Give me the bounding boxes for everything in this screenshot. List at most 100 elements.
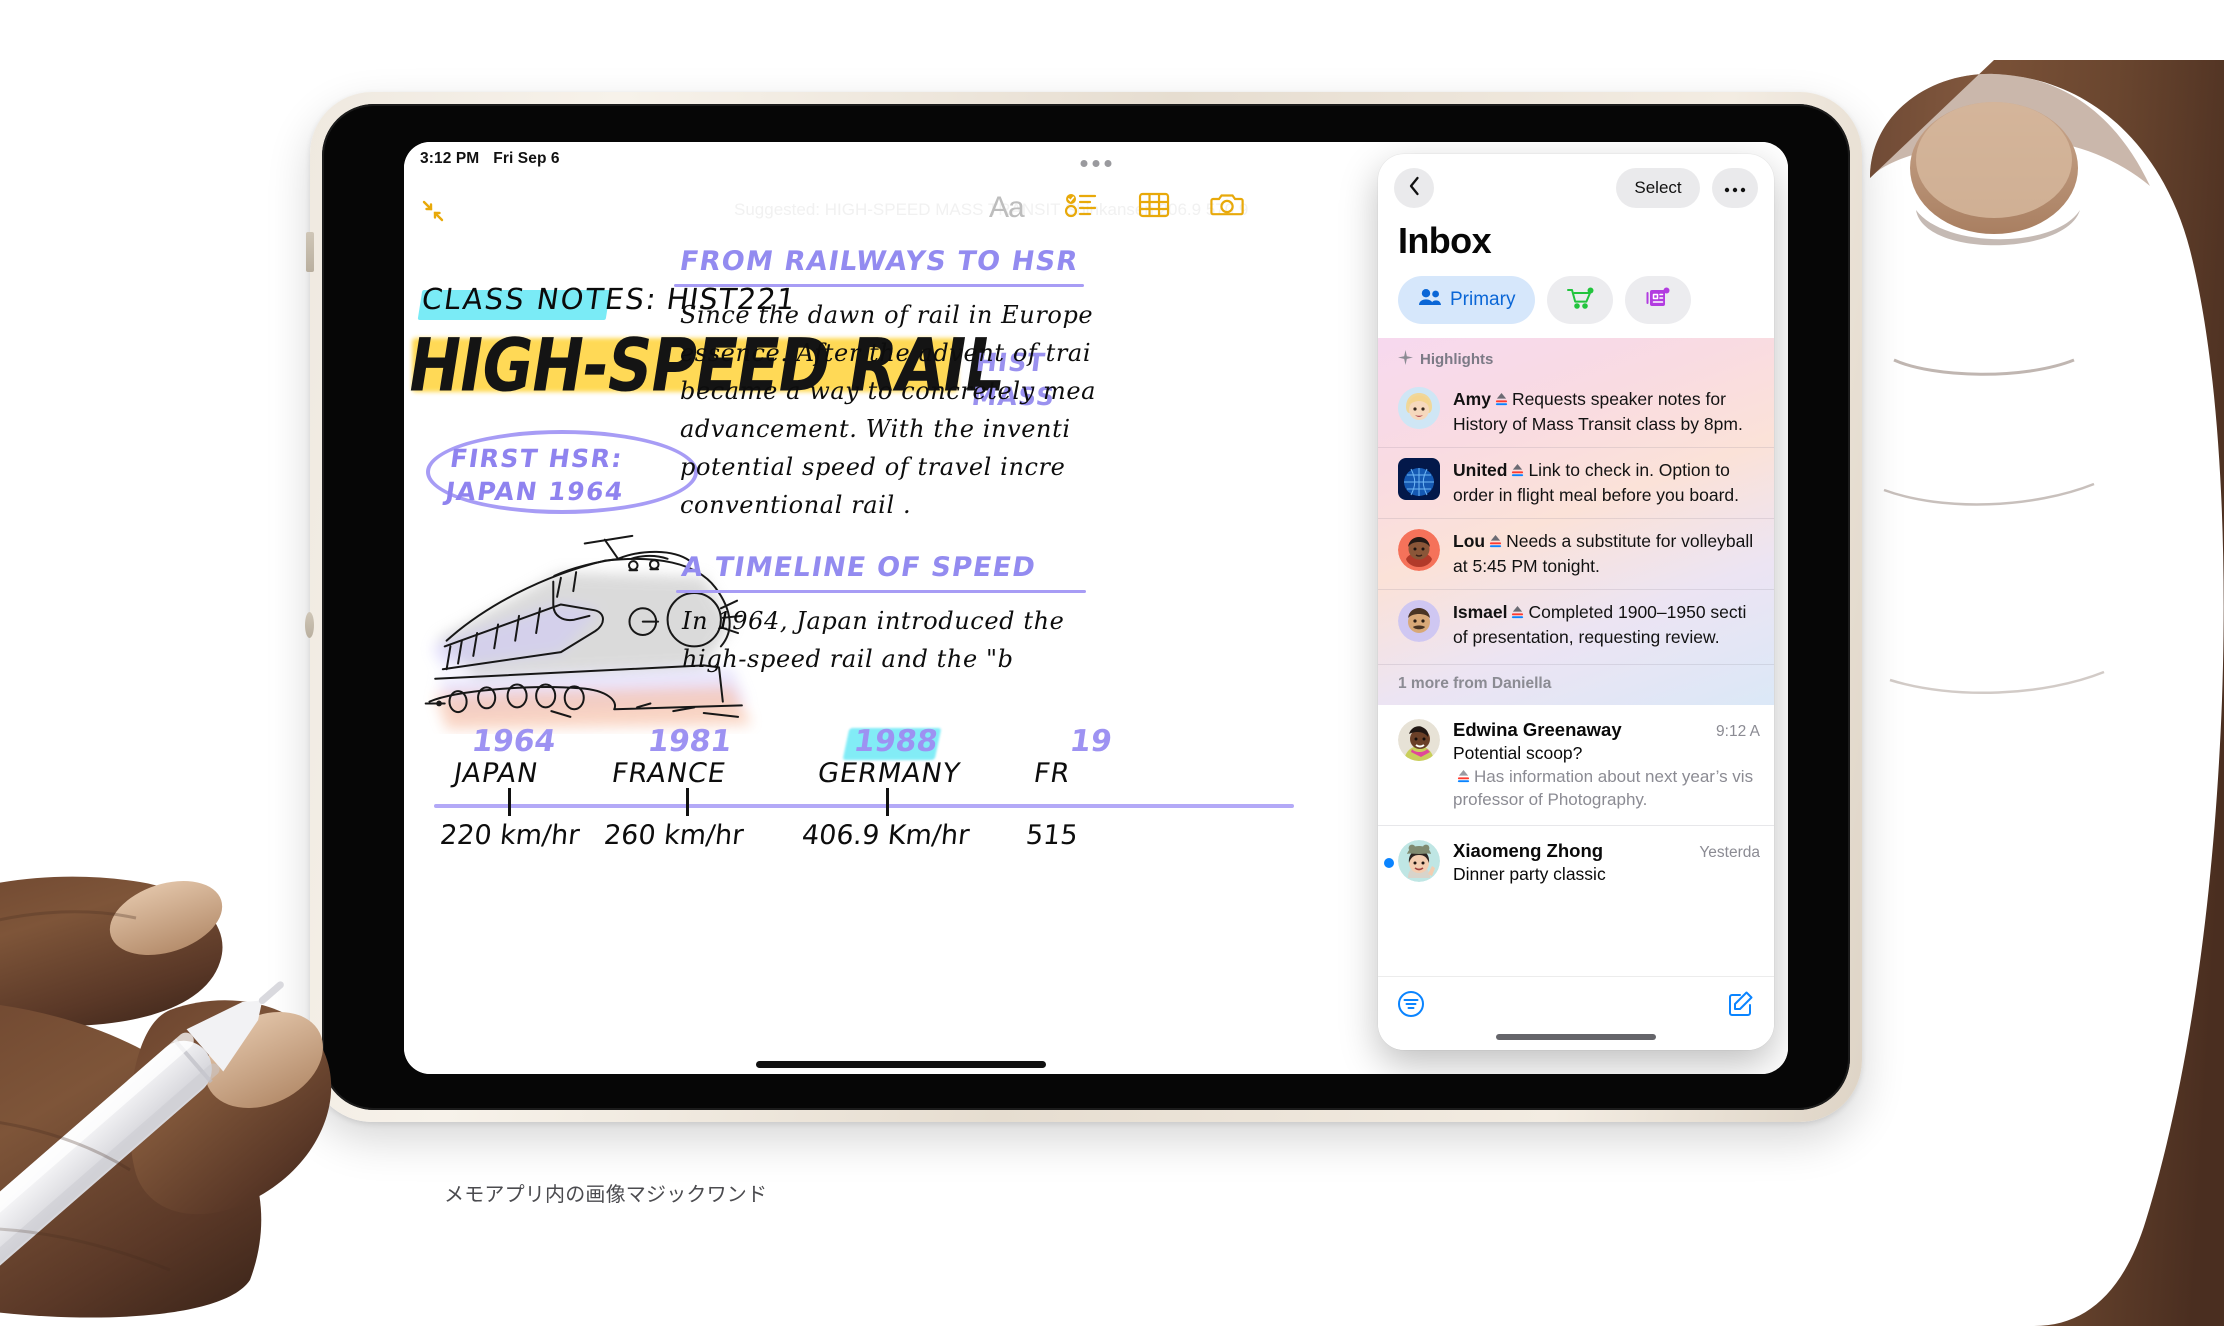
timeline-year-2: 1988 — [851, 724, 940, 759]
highlight-item[interactable]: Lou Needs a substitute for volleyball at … — [1378, 518, 1774, 589]
speed-timeline: 1964 JAPAN 220 km/hr 1981 FRANCE 260 km/… — [434, 724, 1294, 866]
section-1-line-1: Since the dawn of rail in Europe — [680, 301, 1094, 329]
status-date: Fri Sep 6 — [493, 150, 560, 167]
ellipsis-icon — [1723, 182, 1747, 194]
timeline-country-0: JAPAN — [451, 758, 541, 789]
page-caption: メモアプリ内の画像マジックワンド — [444, 1182, 768, 1206]
mail-slideover: Select Inbox Primary Highlights Amy Requ… — [1378, 154, 1774, 1050]
highlight-sender: Amy — [1453, 389, 1491, 409]
timeline-speed-0: 220 km/hr — [438, 820, 582, 851]
chevron-left-icon — [1408, 176, 1421, 201]
section-1-heading: FROM RAILWAYS TO HSR — [677, 246, 1081, 277]
timeline-country-3: FR — [1031, 758, 1073, 789]
class-notes-text: CLASS NOTES — [419, 282, 649, 316]
section-1-line-2: essence. After the advent of trai — [680, 339, 1092, 367]
timeline-tick — [508, 788, 511, 816]
home-indicator-mail[interactable] — [1496, 1034, 1656, 1040]
highlight-text: Amy Requests speaker notes for History of… — [1453, 387, 1760, 437]
callout-text: FIRST HSR: JAPAN 1964 — [443, 442, 631, 508]
collapse-arrows-icon[interactable] — [418, 196, 448, 226]
mail-summary-icon — [1456, 766, 1471, 783]
back-button[interactable] — [1394, 168, 1434, 208]
avatar — [1398, 840, 1440, 882]
mail-summary-icon — [1510, 601, 1525, 619]
message-sender: Xiaomeng Zhong — [1453, 840, 1604, 861]
timeline-speed-3: 515 — [1024, 820, 1080, 851]
highlight-sender: Ismael — [1453, 602, 1508, 622]
mail-bottom-bar — [1378, 976, 1774, 1050]
ipad-screen: 3:12 PM Fri Sep 6 Suggested: HIGH-SPEED … — [404, 142, 1788, 1074]
message-body: Edwina Greenaway 9:12 A Potential scoop?… — [1453, 719, 1760, 811]
highlight-item[interactable]: Ismael Completed 1900–1950 secti of prese… — [1378, 589, 1774, 660]
more-options-button[interactable] — [1712, 168, 1758, 208]
avatar — [1398, 458, 1440, 500]
highlight-item[interactable]: United Link to check in. Option to order … — [1378, 447, 1774, 518]
highlights-header: Highlights — [1378, 350, 1774, 377]
timeline-year-1: 1981 — [645, 724, 734, 759]
mail-header: Select — [1378, 154, 1774, 218]
list-item[interactable]: Xiaomeng Zhong Yesterda Dinner party cla… — [1378, 825, 1774, 900]
message-subject: Dinner party classic — [1453, 864, 1606, 884]
avatar — [1398, 600, 1440, 642]
highlight-sender: United — [1453, 460, 1508, 480]
section-2-line-1: In 1964, Japan introduced the — [682, 607, 1065, 635]
message-header-row: Edwina Greenaway 9:12 A — [1453, 719, 1760, 741]
section-1-rule — [674, 284, 1084, 287]
list-item[interactable]: Edwina Greenaway 9:12 A Potential scoop?… — [1378, 705, 1774, 825]
section-2-line-2: high-speed rail and the "b — [682, 645, 1014, 673]
mail-summary-icon — [1488, 530, 1503, 548]
highlight-item[interactable]: Amy Requests speaker notes for History of… — [1378, 377, 1774, 447]
category-primary[interactable]: Primary — [1398, 276, 1536, 324]
mailbox-title: Inbox — [1398, 220, 1492, 261]
category-primary-label: Primary — [1450, 289, 1516, 310]
people-icon — [1418, 288, 1442, 312]
section-1-line-5: potential speed of travel incre — [680, 453, 1066, 481]
select-button[interactable]: Select — [1616, 168, 1700, 208]
avatar — [1398, 719, 1440, 761]
highlight-text: Lou Needs a substitute for volleyball at … — [1453, 529, 1760, 579]
mail-summary-icon — [1494, 388, 1509, 406]
section-2-body: In 1964, Japan introduced the high-speed… — [682, 602, 1064, 678]
highlight-sender: Lou — [1453, 531, 1486, 551]
message-time: 9:12 A — [1716, 723, 1760, 740]
highlights-section: Highlights Amy Requests speaker notes fo… — [1378, 338, 1774, 705]
timeline-tick — [686, 788, 689, 816]
camera-icon[interactable] — [1210, 191, 1244, 224]
avatar — [1398, 387, 1440, 429]
table-icon[interactable] — [1138, 191, 1170, 224]
message-time: Yesterda — [1699, 844, 1760, 861]
filter-icon[interactable] — [1396, 989, 1426, 1024]
message-sender: Edwina Greenaway — [1453, 719, 1622, 740]
newsletter-icon — [1645, 286, 1671, 315]
message-preview: Has information about next year’s vis pr… — [1453, 765, 1760, 811]
category-newsletters[interactable] — [1625, 276, 1692, 324]
format-aa-button[interactable]: Aa — [989, 191, 1025, 225]
category-shopping[interactable] — [1547, 276, 1614, 324]
timeline-year-0: 1964 — [469, 724, 558, 759]
checklist-icon[interactable] — [1064, 190, 1098, 225]
sparkle-icon — [1398, 350, 1413, 369]
avatar — [1398, 529, 1440, 571]
mail-summary-icon — [1510, 459, 1525, 477]
timeline-country-2: GERMANY — [815, 758, 963, 789]
section-1-line-6: conventional rail . — [680, 491, 912, 519]
multitask-grabber[interactable] — [1080, 160, 1112, 167]
highlight-text: United Link to check in. Option to order … — [1453, 458, 1760, 508]
ipad-device: 3:12 PM Fri Sep 6 Suggested: HIGH-SPEED … — [305, 92, 1862, 1122]
timeline-speed-2: 406.9 Km/hr — [800, 820, 971, 851]
compose-icon[interactable] — [1726, 989, 1756, 1024]
shopping-cart-icon — [1566, 286, 1594, 315]
home-indicator-notes[interactable] — [756, 1061, 1046, 1068]
timeline-year-3: 19 — [1067, 724, 1115, 759]
section-2-rule — [676, 590, 1086, 593]
section-1-body: Since the dawn of rail in Europe essence… — [680, 296, 1096, 524]
section-2-heading: A TIMELINE OF SPEED — [679, 552, 1039, 583]
message-subject: Potential scoop? — [1453, 743, 1583, 763]
side-port — [305, 612, 314, 638]
category-row: Primary — [1378, 262, 1774, 334]
message-header-row: Xiaomeng Zhong Yesterda — [1453, 840, 1760, 862]
timeline-speed-1: 260 km/hr — [602, 820, 746, 851]
section-1-line-3: became a way to concretely mea — [680, 377, 1097, 405]
highlights-more-label[interactable]: 1 more from Daniella — [1378, 664, 1774, 693]
volume-button[interactable] — [306, 232, 314, 272]
